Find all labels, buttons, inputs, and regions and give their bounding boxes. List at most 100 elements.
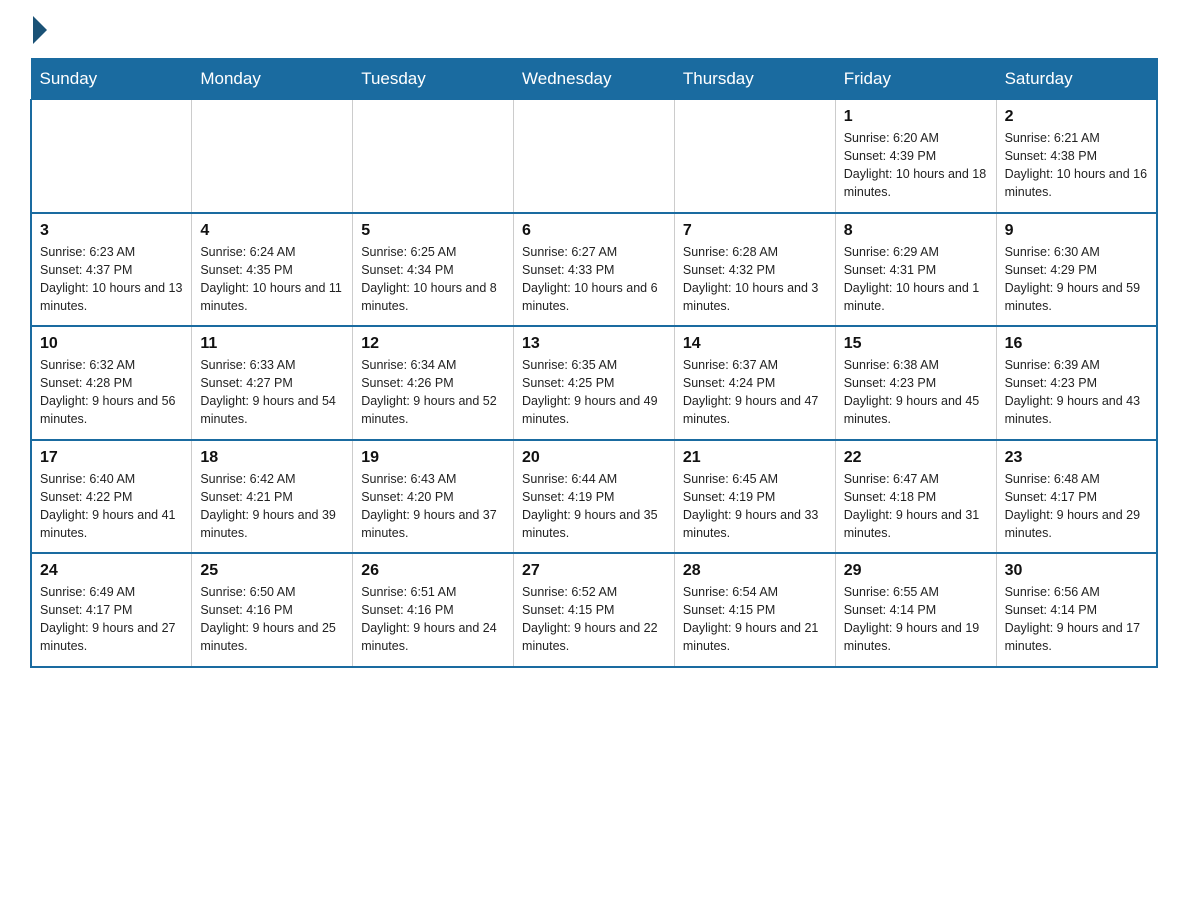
day-number: 17: [40, 449, 183, 467]
calendar-cell: 6 Sunrise: 6:27 AM Sunset: 4:33 PM Daylig…: [514, 213, 675, 327]
calendar-cell: 30Sunrise: 6:56 AM Sunset: 4:14 PM Dayli…: [996, 553, 1157, 667]
calendar-cell: 25 Sunrise: 6:50 AM Sunset: 4:16 PM Dayli…: [192, 553, 353, 667]
day-info: Sunrise: 6:50 AM Sunset: 4:16 PM Dayligh…: [200, 583, 344, 656]
day-number: 18: [200, 449, 344, 467]
page-header: [30, 20, 1158, 38]
day-number: 1: [844, 108, 988, 126]
day-number: 27: [522, 562, 666, 580]
day-number: 8: [844, 222, 988, 240]
day-number: 16: [1005, 335, 1148, 353]
day-info: Sunrise: 6:25 AM Sunset: 4:34 PM Dayligh…: [361, 243, 505, 316]
calendar-cell: 16 Sunrise: 6:39 AM Sunset: 4:23 PM Dayli…: [996, 326, 1157, 440]
day-number: 4: [200, 222, 344, 240]
day-info: Sunrise: 6:38 AM Sunset: 4:23 PM Dayligh…: [844, 356, 988, 429]
calendar-week-row: 1 Sunrise: 6:20 AM Sunset: 4:39 PM Daylig…: [31, 100, 1157, 213]
day-number: 5: [361, 222, 505, 240]
day-info: Sunrise: 6:27 AM Sunset: 4:33 PM Dayligh…: [522, 243, 666, 316]
calendar-cell: 21Sunrise: 6:45 AM Sunset: 4:19 PM Dayli…: [674, 440, 835, 554]
day-info: Sunrise: 6:54 AM Sunset: 4:15 PM Dayligh…: [683, 583, 827, 656]
day-info: Sunrise: 6:32 AM Sunset: 4:28 PM Dayligh…: [40, 356, 183, 429]
calendar-cell: 17Sunrise: 6:40 AM Sunset: 4:22 PM Dayli…: [31, 440, 192, 554]
day-info: Sunrise: 6:42 AM Sunset: 4:21 PM Dayligh…: [200, 470, 344, 543]
day-number: 13: [522, 335, 666, 353]
calendar-cell: 24 Sunrise: 6:49 AM Sunset: 4:17 PM Dayli…: [31, 553, 192, 667]
logo-arrow-icon: [33, 16, 47, 44]
calendar-cell: 9Sunrise: 6:30 AM Sunset: 4:29 PM Daylig…: [996, 213, 1157, 327]
calendar-cell: 8 Sunrise: 6:29 AM Sunset: 4:31 PM Daylig…: [835, 213, 996, 327]
day-number: 14: [683, 335, 827, 353]
day-info: Sunrise: 6:45 AM Sunset: 4:19 PM Dayligh…: [683, 470, 827, 543]
calendar-cell: 23 Sunrise: 6:48 AM Sunset: 4:17 PM Dayli…: [996, 440, 1157, 554]
day-info: Sunrise: 6:33 AM Sunset: 4:27 PM Dayligh…: [200, 356, 344, 429]
day-info: Sunrise: 6:55 AM Sunset: 4:14 PM Dayligh…: [844, 583, 988, 656]
day-info: Sunrise: 6:30 AM Sunset: 4:29 PM Dayligh…: [1005, 243, 1148, 316]
day-info: Sunrise: 6:24 AM Sunset: 4:35 PM Dayligh…: [200, 243, 344, 316]
day-info: Sunrise: 6:29 AM Sunset: 4:31 PM Dayligh…: [844, 243, 988, 316]
day-number: 26: [361, 562, 505, 580]
day-info: Sunrise: 6:20 AM Sunset: 4:39 PM Dayligh…: [844, 129, 988, 202]
calendar-cell: 14 Sunrise: 6:37 AM Sunset: 4:24 PM Dayli…: [674, 326, 835, 440]
day-number: 28: [683, 562, 827, 580]
calendar-week-row: 10 Sunrise: 6:32 AM Sunset: 4:28 PM Dayli…: [31, 326, 1157, 440]
calendar-cell: 26 Sunrise: 6:51 AM Sunset: 4:16 PM Dayli…: [353, 553, 514, 667]
calendar-cell: [514, 100, 675, 213]
calendar-week-row: 17Sunrise: 6:40 AM Sunset: 4:22 PM Dayli…: [31, 440, 1157, 554]
day-info: Sunrise: 6:51 AM Sunset: 4:16 PM Dayligh…: [361, 583, 505, 656]
day-info: Sunrise: 6:49 AM Sunset: 4:17 PM Dayligh…: [40, 583, 183, 656]
day-of-week-header: Thursday: [674, 59, 835, 100]
day-of-week-header: Friday: [835, 59, 996, 100]
day-of-week-header: Monday: [192, 59, 353, 100]
day-info: Sunrise: 6:44 AM Sunset: 4:19 PM Dayligh…: [522, 470, 666, 543]
day-info: Sunrise: 6:34 AM Sunset: 4:26 PM Dayligh…: [361, 356, 505, 429]
day-number: 2: [1005, 108, 1148, 126]
calendar-cell: 19Sunrise: 6:43 AM Sunset: 4:20 PM Dayli…: [353, 440, 514, 554]
calendar-cell: 13 Sunrise: 6:35 AM Sunset: 4:25 PM Dayli…: [514, 326, 675, 440]
day-info: Sunrise: 6:35 AM Sunset: 4:25 PM Dayligh…: [522, 356, 666, 429]
logo: [30, 20, 47, 38]
calendar-cell: 3 Sunrise: 6:23 AM Sunset: 4:37 PM Daylig…: [31, 213, 192, 327]
calendar-cell: 11 Sunrise: 6:33 AM Sunset: 4:27 PM Dayli…: [192, 326, 353, 440]
calendar-cell: 10 Sunrise: 6:32 AM Sunset: 4:28 PM Dayli…: [31, 326, 192, 440]
calendar-cell: [31, 100, 192, 213]
calendar-cell: 28 Sunrise: 6:54 AM Sunset: 4:15 PM Dayli…: [674, 553, 835, 667]
day-number: 3: [40, 222, 183, 240]
day-of-week-header: Wednesday: [514, 59, 675, 100]
calendar-cell: 29 Sunrise: 6:55 AM Sunset: 4:14 PM Dayli…: [835, 553, 996, 667]
calendar-cell: 15 Sunrise: 6:38 AM Sunset: 4:23 PM Dayli…: [835, 326, 996, 440]
calendar-cell: 12 Sunrise: 6:34 AM Sunset: 4:26 PM Dayli…: [353, 326, 514, 440]
calendar-cell: 2Sunrise: 6:21 AM Sunset: 4:38 PM Daylig…: [996, 100, 1157, 213]
calendar-cell: 27 Sunrise: 6:52 AM Sunset: 4:15 PM Dayli…: [514, 553, 675, 667]
day-number: 11: [200, 335, 344, 353]
calendar-cell: [192, 100, 353, 213]
calendar-cell: 4 Sunrise: 6:24 AM Sunset: 4:35 PM Daylig…: [192, 213, 353, 327]
day-of-week-header: Sunday: [31, 59, 192, 100]
day-number: 12: [361, 335, 505, 353]
calendar-cell: [353, 100, 514, 213]
day-info: Sunrise: 6:23 AM Sunset: 4:37 PM Dayligh…: [40, 243, 183, 316]
day-number: 10: [40, 335, 183, 353]
day-info: Sunrise: 6:56 AM Sunset: 4:14 PM Dayligh…: [1005, 583, 1148, 656]
day-number: 15: [844, 335, 988, 353]
calendar-header-row: SundayMondayTuesdayWednesdayThursdayFrid…: [31, 59, 1157, 100]
day-number: 7: [683, 222, 827, 240]
day-number: 29: [844, 562, 988, 580]
calendar-cell: [674, 100, 835, 213]
calendar-table: SundayMondayTuesdayWednesdayThursdayFrid…: [30, 58, 1158, 668]
day-info: Sunrise: 6:52 AM Sunset: 4:15 PM Dayligh…: [522, 583, 666, 656]
calendar-cell: 7Sunrise: 6:28 AM Sunset: 4:32 PM Daylig…: [674, 213, 835, 327]
day-info: Sunrise: 6:43 AM Sunset: 4:20 PM Dayligh…: [361, 470, 505, 543]
day-number: 25: [200, 562, 344, 580]
day-number: 6: [522, 222, 666, 240]
calendar-cell: 18 Sunrise: 6:42 AM Sunset: 4:21 PM Dayli…: [192, 440, 353, 554]
day-of-week-header: Tuesday: [353, 59, 514, 100]
day-info: Sunrise: 6:39 AM Sunset: 4:23 PM Dayligh…: [1005, 356, 1148, 429]
calendar-cell: 1 Sunrise: 6:20 AM Sunset: 4:39 PM Daylig…: [835, 100, 996, 213]
day-info: Sunrise: 6:48 AM Sunset: 4:17 PM Dayligh…: [1005, 470, 1148, 543]
day-info: Sunrise: 6:37 AM Sunset: 4:24 PM Dayligh…: [683, 356, 827, 429]
calendar-cell: 22Sunrise: 6:47 AM Sunset: 4:18 PM Dayli…: [835, 440, 996, 554]
calendar-cell: 5 Sunrise: 6:25 AM Sunset: 4:34 PM Daylig…: [353, 213, 514, 327]
calendar-week-row: 3 Sunrise: 6:23 AM Sunset: 4:37 PM Daylig…: [31, 213, 1157, 327]
day-number: 23: [1005, 449, 1148, 467]
calendar-week-row: 24 Sunrise: 6:49 AM Sunset: 4:17 PM Dayli…: [31, 553, 1157, 667]
day-number: 24: [40, 562, 183, 580]
